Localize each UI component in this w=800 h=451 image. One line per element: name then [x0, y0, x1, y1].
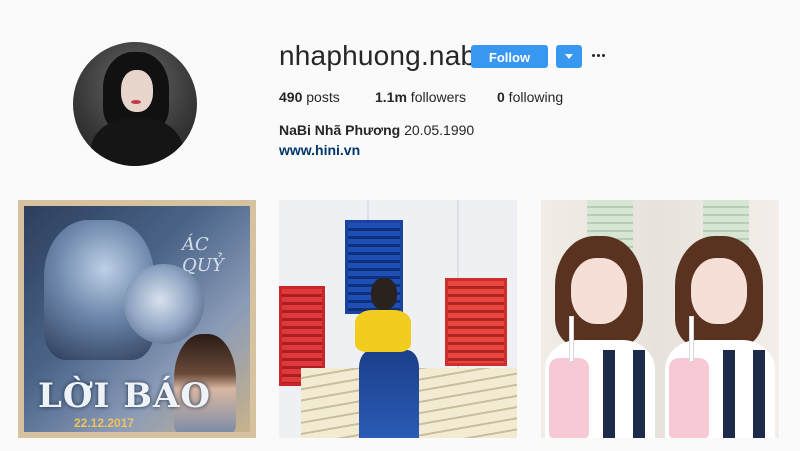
- followers-label: followers: [406, 89, 467, 105]
- overall-strap: [753, 350, 765, 438]
- overall-strap: [723, 350, 735, 438]
- profile-username: nhaphuong.nabi: [279, 40, 483, 71]
- following-label: following: [504, 89, 564, 105]
- drink-bottle: [669, 358, 709, 438]
- poster-date: 22.12.2017: [74, 416, 135, 430]
- post-thumbnail[interactable]: ÁC QUỶ LỜI BÁO 22.12.2017: [18, 200, 256, 438]
- posts-count: 490: [279, 89, 303, 105]
- person: [545, 230, 655, 438]
- stat-posts: 490 posts: [279, 89, 340, 105]
- following-count: 0: [497, 89, 505, 105]
- overall-strap: [603, 350, 615, 438]
- avatar-face: [121, 70, 153, 112]
- person-jeans: [359, 350, 419, 438]
- poster-title: LỜI BÁO: [38, 376, 211, 416]
- suggestions-dropdown-button[interactable]: [556, 45, 582, 68]
- profile-bio-line: NaBi Nhã Phương 20.05.1990: [279, 122, 474, 138]
- overall-strap: [633, 350, 645, 438]
- drink-bottle: [549, 358, 589, 438]
- post-thumbnail[interactable]: [279, 200, 517, 438]
- stat-following[interactable]: 0 following: [497, 89, 563, 105]
- more-options-icon: [592, 54, 595, 57]
- red-shutter: [445, 278, 507, 366]
- more-options-icon: [602, 54, 605, 57]
- post-thumbnail[interactable]: [541, 200, 779, 438]
- person-face: [691, 258, 747, 324]
- profile-full-name: NaBi Nhã Phương: [279, 122, 401, 138]
- avatar-lips: [131, 100, 141, 104]
- poster-figure: [124, 264, 204, 344]
- profile-avatar[interactable]: [73, 42, 197, 166]
- stat-followers[interactable]: 1.1m followers: [375, 89, 466, 105]
- more-options-icon: [597, 54, 600, 57]
- person-top: [355, 310, 411, 352]
- person-face: [571, 258, 627, 324]
- avatar-coat: [91, 118, 183, 166]
- straw: [689, 316, 694, 362]
- poster-subtitle: ÁC QUỶ: [182, 234, 224, 276]
- straw: [569, 316, 574, 362]
- profile-website-link[interactable]: www.hini.vn: [279, 142, 360, 158]
- person: [665, 230, 775, 438]
- posts-label: posts: [302, 89, 340, 105]
- followers-count: 1.1m: [375, 89, 407, 105]
- profile-bio: 20.05.1990: [404, 122, 475, 138]
- follow-button[interactable]: Follow: [471, 45, 548, 68]
- person-head: [371, 278, 397, 310]
- more-options-button[interactable]: [591, 48, 607, 64]
- chevron-down-icon: [565, 54, 573, 59]
